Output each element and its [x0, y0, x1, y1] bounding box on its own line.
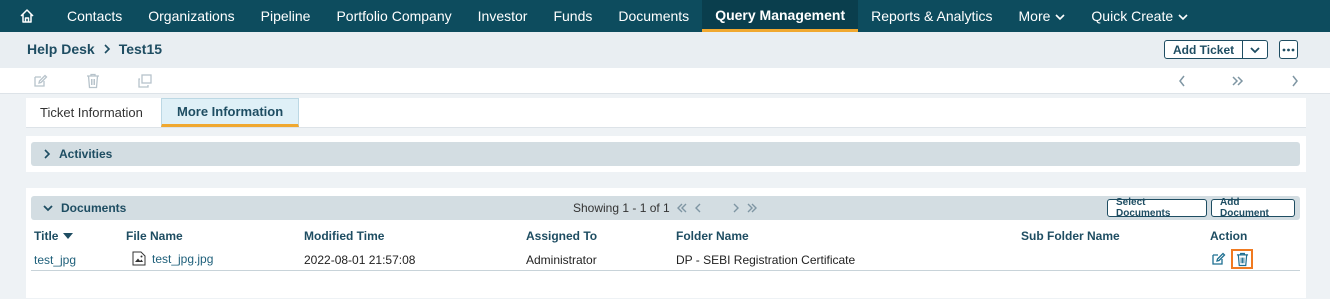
- activities-accordion[interactable]: Activities: [31, 142, 1300, 166]
- nav-pipeline[interactable]: Pipeline: [248, 0, 324, 32]
- add-document-button[interactable]: Add Document: [1211, 197, 1295, 219]
- nav-more[interactable]: More: [1006, 0, 1079, 32]
- breadcrumb: Help Desk Test15: [27, 41, 162, 57]
- nav-portfolio-company[interactable]: Portfolio Company: [323, 0, 464, 32]
- pagination: Showing 1 - 1 of 1: [573, 201, 758, 215]
- column-title-label: Title: [34, 229, 59, 243]
- nav-documents[interactable]: Documents: [605, 0, 702, 32]
- row-assigned-to: Administrator: [526, 253, 597, 267]
- chevron-down-icon[interactable]: [1243, 41, 1267, 58]
- home-icon[interactable]: [0, 0, 54, 32]
- tab-bar: Ticket Information More Information: [26, 98, 1306, 128]
- file-image-icon: [132, 251, 146, 266]
- nav-contacts[interactable]: Contacts: [54, 0, 135, 32]
- top-nav: Contacts Organizations Pipeline Portfoli…: [0, 0, 1330, 32]
- breadcrumb-current: Test15: [118, 41, 163, 57]
- edit-icon[interactable]: [31, 72, 49, 90]
- chevron-left-icon[interactable]: [694, 203, 702, 213]
- sort-desc-icon: [63, 233, 74, 239]
- documents-table-header: Title File Name Modified Time Assigned T…: [31, 224, 1300, 248]
- column-file-name[interactable]: File Name: [126, 229, 183, 243]
- row-folder-name: DP - SEBI Registration Certificate: [676, 253, 856, 267]
- record-toolbar: [0, 68, 1330, 94]
- chevron-right-icon: [103, 44, 111, 54]
- chevron-down-icon: [1178, 8, 1188, 24]
- table-row: test_jpg test_jpg.jpg 2022-08-01 21:57:0…: [31, 248, 1300, 271]
- documents-label: Documents: [61, 201, 127, 215]
- double-chevron-right-icon[interactable]: [1229, 72, 1247, 90]
- pager-text: Showing 1 - 1 of 1: [573, 201, 670, 215]
- chevron-down-icon: [1055, 8, 1065, 24]
- row-file-name[interactable]: test_jpg.jpg: [132, 251, 213, 266]
- chevron-left-icon[interactable]: [1173, 72, 1191, 90]
- row-title[interactable]: test_jpg: [34, 253, 76, 267]
- breadcrumb-root[interactable]: Help Desk: [27, 41, 95, 57]
- chevron-right-icon[interactable]: [1286, 72, 1304, 90]
- activities-label: Activities: [59, 147, 113, 161]
- nav-investor[interactable]: Investor: [465, 0, 541, 32]
- chevron-down-icon: [43, 204, 53, 212]
- nav-organizations[interactable]: Organizations: [135, 0, 247, 32]
- tab-ticket-information[interactable]: Ticket Information: [40, 98, 143, 127]
- ellipsis-icon: [1282, 48, 1295, 51]
- column-modified-time[interactable]: Modified Time: [304, 229, 384, 243]
- add-ticket-button[interactable]: Add Ticket: [1165, 41, 1244, 58]
- nav-quick-create[interactable]: Quick Create: [1078, 0, 1201, 32]
- nav-quick-create-label: Quick Create: [1091, 8, 1174, 24]
- chevron-right-icon[interactable]: [732, 203, 740, 213]
- row-file-name-link[interactable]: test_jpg.jpg: [152, 252, 213, 266]
- tab-more-information[interactable]: More Information: [161, 98, 300, 127]
- column-sub-folder-name[interactable]: Sub Folder Name: [1021, 229, 1120, 243]
- nav-query-management[interactable]: Query Management: [702, 0, 859, 32]
- page-header: Help Desk Test15 Add Ticket: [0, 32, 1330, 68]
- column-folder-name[interactable]: Folder Name: [676, 229, 749, 243]
- nav-more-label: More: [1018, 8, 1051, 24]
- edit-icon[interactable]: [1207, 249, 1229, 269]
- column-assigned-to[interactable]: Assigned To: [526, 229, 597, 243]
- trash-icon[interactable]: [84, 72, 102, 90]
- select-documents-button[interactable]: Select Documents: [1107, 197, 1207, 219]
- column-action: Action: [1210, 229, 1248, 243]
- more-options-button[interactable]: [1279, 40, 1298, 59]
- double-chevron-left-icon[interactable]: [676, 203, 688, 213]
- nav-reports-analytics[interactable]: Reports & Analytics: [858, 0, 1005, 32]
- row-modified-time: 2022-08-01 21:57:08: [304, 253, 416, 267]
- nav-funds[interactable]: Funds: [540, 0, 605, 32]
- chevron-right-icon: [43, 149, 51, 159]
- column-title[interactable]: Title: [34, 229, 74, 243]
- delete-icon[interactable]: [1231, 249, 1253, 269]
- duplicate-icon[interactable]: [136, 72, 154, 90]
- add-ticket-button-group: Add Ticket: [1164, 40, 1269, 59]
- double-chevron-right-icon[interactable]: [746, 203, 758, 213]
